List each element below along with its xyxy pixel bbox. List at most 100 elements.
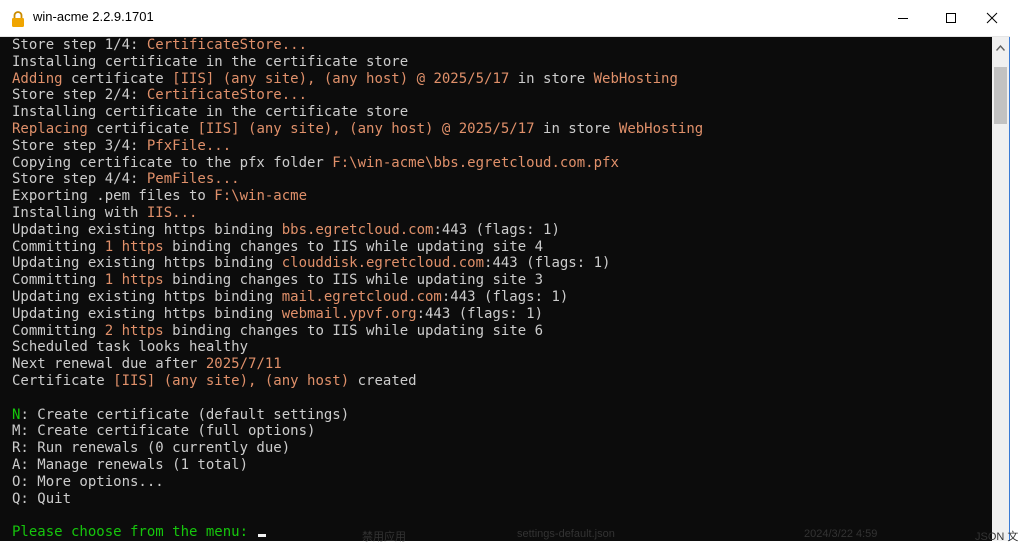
console-segment: IIS...: [146, 204, 198, 221]
console-segment: Installing with: [12, 204, 147, 221]
console-segment: WebHosting: [593, 70, 678, 87]
console-segment: :443 (flags: 1): [484, 255, 611, 272]
console-line: Certificate [IIS] (any site), (any host)…: [12, 373, 703, 390]
close-button[interactable]: [969, 0, 1015, 36]
console-segment: webmail.ypvf.org: [281, 305, 417, 322]
console-line: Committing 2 https binding changes to II…: [12, 323, 703, 340]
console-segment: :443 (flags: 1): [433, 221, 560, 238]
console-segment: F:\win-acme\bbs.egretcloud.com.pfx: [332, 154, 619, 171]
scrollbar-thumb[interactable]: [994, 67, 1007, 124]
console-segment: [113, 272, 121, 288]
console-segment: Store step 2/4:: [12, 87, 147, 104]
console-line: Adding certificate [IIS] (any site), (an…: [12, 71, 703, 88]
chevron-up-icon: [995, 36, 1006, 55]
console-line: Next renewal due after 2025/7/11: [12, 356, 703, 373]
console-line: O: More options...: [12, 474, 703, 491]
console-line: N: Create certificate (default settings): [12, 407, 703, 424]
console-line: Replacing certificate [IIS] (any site), …: [12, 121, 703, 138]
console-segment: mail.egretcloud.com: [281, 288, 442, 305]
console-segment: [IIS] (any site), (any host) @ 2025/5/17: [197, 120, 535, 137]
console-segment: created: [349, 372, 417, 389]
console-line: Scheduled task looks healthy: [12, 339, 703, 356]
console-segment: bbs.egretcloud.com: [281, 221, 434, 238]
vertical-scrollbar[interactable]: [992, 37, 1009, 541]
console-line: A: Manage renewals (1 total): [12, 457, 703, 474]
console-segment: Committing: [12, 238, 105, 255]
console-line: Updating existing https binding mail.egr…: [12, 289, 703, 306]
console-segment: [IIS] (any site), (any host) @ 2025/5/17: [172, 70, 510, 87]
console-line: Store step 3/4: PfxFile...: [12, 138, 703, 155]
console-segment: CertificateStore...: [146, 37, 308, 53]
background-file-type: JSON 文: [975, 531, 1019, 543]
console-segment: 2025/7/11: [205, 356, 282, 373]
console-segment: Updating existing https binding: [12, 305, 282, 322]
console-segment: certificate: [62, 70, 173, 87]
console-line: Committing 1 https binding changes to II…: [12, 239, 703, 256]
minimize-button[interactable]: [880, 0, 926, 36]
console-line: R: Run renewals (0 currently due): [12, 440, 703, 457]
console-window: win-acme 2.2.9.1701 Store step 1/4: Cert…: [0, 0, 1010, 541]
console-line: Installing certificate in the certificat…: [12, 104, 703, 121]
console-line: Exporting .pem files to F:\win-acme: [12, 188, 703, 205]
console-lines: Store step 1/4: CertificateStore... Insta…: [12, 37, 703, 541]
lock-icon: [11, 11, 25, 27]
console-segment: Store step 3/4:: [12, 137, 147, 154]
console-segment: clouddisk.egretcloud.com: [281, 255, 485, 272]
console-segment: [IIS] (any site), (any host): [113, 372, 350, 389]
console-segment: : Create certificate (default settings): [20, 406, 350, 423]
console-segment: in store: [534, 120, 619, 137]
console-segment: 1: [104, 238, 114, 255]
console-line: Store step 2/4: CertificateStore...: [12, 87, 703, 104]
maximize-icon: [945, 9, 957, 28]
console-segment: PemFiles...: [146, 171, 240, 188]
console-line: Committing 1 https binding changes to II…: [12, 272, 703, 289]
console-segment: [113, 323, 121, 339]
console-segment: Replacing: [12, 120, 88, 137]
console-segment: Exporting .pem files to: [12, 188, 215, 205]
background-file-text: 禁用应用: [362, 531, 406, 543]
title-bar[interactable]: win-acme 2.2.9.1701: [0, 0, 1010, 37]
console-segment: binding changes to IIS while updating si…: [163, 238, 544, 255]
console-line: Store step 4/4: PemFiles...: [12, 171, 703, 188]
console-segment: Committing: [12, 272, 105, 289]
console-segment: [113, 239, 121, 255]
console-segment: CertificateStore...: [146, 87, 308, 104]
background-file-name: settings-default.json: [517, 528, 615, 540]
console-segment: Store step 1/4:: [12, 37, 147, 53]
console-segment: Next renewal due after: [12, 356, 206, 373]
console-segment: Committing: [12, 322, 105, 339]
console-segment: Copying certificate to the pfx folder: [12, 154, 333, 171]
console-segment: Scheduled task looks healthy: [12, 339, 249, 356]
console-segment: Q: Quit: [12, 490, 72, 507]
console-segment: Updating existing https binding: [12, 288, 282, 305]
console-segment: 1: [104, 272, 114, 289]
console-segment: Installing certificate in the certificat…: [12, 104, 409, 121]
console-line: Installing certificate in the certificat…: [12, 54, 703, 71]
console-segment: binding changes to IIS while updating si…: [163, 272, 544, 289]
background-window-edge: [1010, 0, 1024, 541]
close-icon: [986, 9, 998, 28]
console-segment: Updating existing https binding: [12, 255, 282, 272]
window-title: win-acme 2.2.9.1701: [33, 9, 154, 24]
console-segment: certificate: [87, 120, 198, 137]
console-line: M: Create certificate (full options): [12, 423, 703, 440]
background-file-date: 2024/3/22 4:59: [804, 528, 878, 540]
console-segment: O: More options...: [12, 473, 164, 490]
console-segment: Please choose from the menu:: [12, 524, 257, 541]
console-line: Q: Quit: [12, 491, 703, 508]
console-segment: Adding: [12, 70, 63, 87]
text-cursor: [258, 534, 267, 538]
console-line: Copying certificate to the pfx folder F:…: [12, 155, 703, 172]
console-line: Updating existing https binding clouddis…: [12, 255, 703, 272]
console-line: Installing with IIS...: [12, 205, 703, 222]
console-segment: https: [121, 238, 164, 255]
console-segment: WebHosting: [618, 120, 704, 137]
maximize-button[interactable]: [928, 0, 974, 36]
console-segment: in store: [509, 70, 594, 87]
scroll-up-button[interactable]: [992, 37, 1009, 54]
console-segment: PfxFile...: [146, 137, 232, 154]
console-output[interactable]: Store step 1/4: CertificateStore... Insta…: [0, 37, 992, 541]
console-segment: https: [121, 272, 164, 289]
